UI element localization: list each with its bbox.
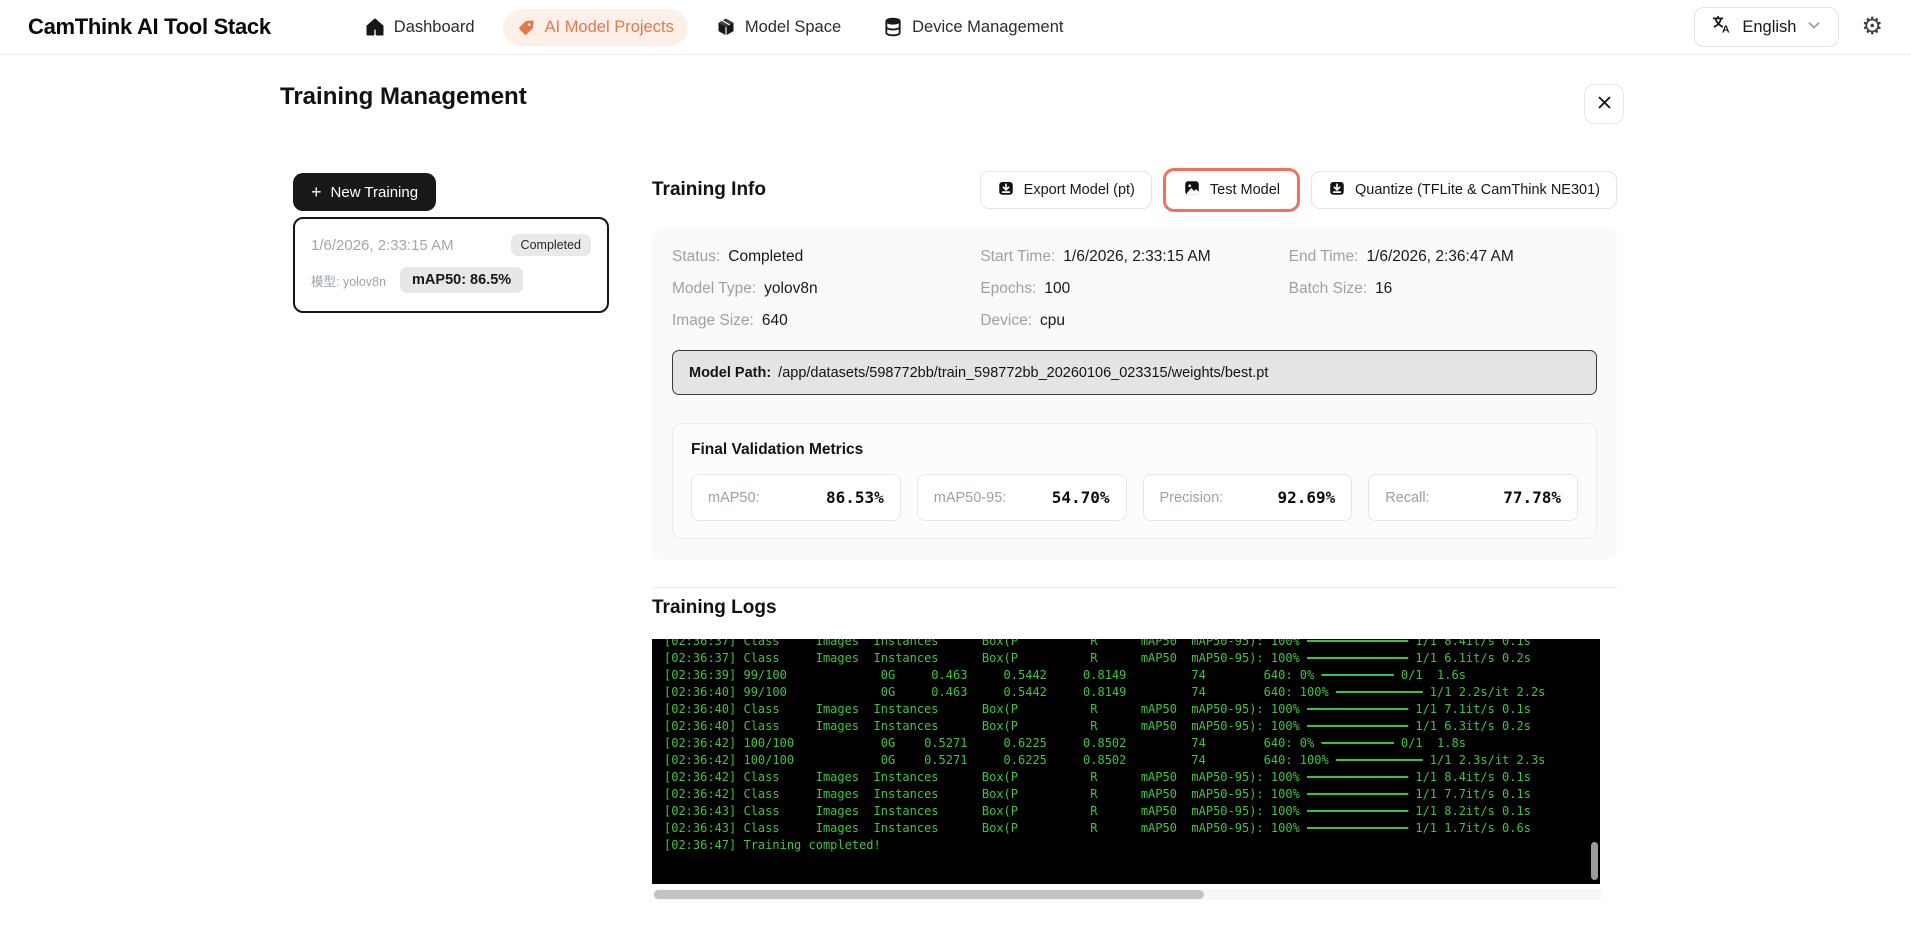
nav-item-device-management[interactable]: Device Management: [869, 8, 1077, 46]
training-info-panel: Status: Completed Start Time: 1/6/2026, 2:…: [652, 228, 1617, 560]
download-icon: [1328, 179, 1346, 201]
tag-icon: [517, 18, 536, 37]
terminal-horizontal-scrollbar-track[interactable]: [652, 889, 1602, 900]
terminal-pre: [02:36:37] Class Images Instances Box(P …: [664, 639, 1546, 852]
top-nav-bar: CamThink AI Tool Stack Dashboard AI Mode…: [0, 0, 1911, 55]
settings-gear-icon[interactable]: ⚙: [1861, 15, 1883, 39]
training-run-timestamp: 1/6/2026, 2:33:15 AM: [311, 236, 454, 254]
new-training-label: New Training: [330, 183, 419, 201]
nav-item-dashboard[interactable]: Dashboard: [351, 8, 489, 46]
home-icon: [365, 17, 385, 37]
app-logo: CamThink AI Tool Stack: [28, 14, 271, 39]
translate-icon: A: [1711, 14, 1732, 40]
terminal-horizontal-scrollbar-thumb[interactable]: [654, 890, 1204, 899]
field-device: Device: cpu: [980, 312, 1066, 329]
nav-label: Device Management: [912, 17, 1064, 36]
training-info-header: Training Info Export Model (pt) Test Mod…: [652, 168, 1617, 212]
main-nav: Dashboard AI Model Projects Model Space …: [351, 8, 1078, 46]
metric-map50-95: mAP50-95: 54.70%: [916, 474, 1127, 521]
close-icon: [1596, 94, 1613, 114]
language-label: English: [1742, 17, 1797, 36]
nav-label: AI Model Projects: [544, 17, 674, 36]
metrics-title: Final Validation Metrics: [691, 441, 864, 458]
image-icon: [1183, 179, 1201, 201]
training-fields: Status: Completed Start Time: 1/6/2026, 2:…: [672, 248, 1597, 330]
nav-item-ai-model-projects[interactable]: AI Model Projects: [502, 8, 688, 46]
field-epochs: Epochs: 100: [980, 280, 1071, 297]
model-path-bar: Model Path: /app/datasets/598772bb/train…: [672, 350, 1597, 395]
field-model-type: Model Type: yolov8n: [672, 280, 818, 297]
chevron-down-icon: [1806, 17, 1822, 38]
test-model-label: Test Model: [1209, 182, 1281, 198]
quantize-label: Quantize (TFLite & CamThink NE301): [1355, 182, 1600, 198]
export-model-label: Export Model (pt): [1023, 182, 1135, 198]
metric-recall: Recall: 77.78%: [1368, 474, 1578, 521]
test-model-button[interactable]: Test Model: [1165, 171, 1298, 209]
training-management-page: CamThink AI Tool Stack Dashboard AI Mode…: [0, 0, 1911, 934]
field-status: Status: Completed: [672, 248, 804, 265]
field-start-time: Start Time: 1/6/2026, 2:33:15 AM: [980, 248, 1211, 265]
model-path-value: /app/datasets/598772bb/train_598772bb_20…: [778, 364, 1269, 381]
nav-label: Dashboard: [393, 17, 475, 36]
map50-badge: mAP50: 86.5%: [400, 267, 524, 293]
export-model-button[interactable]: Export Model (pt): [979, 171, 1152, 209]
training-run-model: 模型: yolov8n: [311, 274, 387, 289]
box-icon: [716, 17, 736, 37]
field-image-size: Image Size: 640: [672, 312, 788, 329]
field-batch-size: Batch Size: 16: [1288, 280, 1393, 297]
training-info-title: Training Info: [652, 179, 766, 200]
nav-item-model-space[interactable]: Model Space: [702, 8, 855, 46]
topbar-right: A English ⚙: [1694, 7, 1883, 47]
status-badge: Completed: [510, 234, 591, 256]
training-logs-title: Training Logs: [652, 597, 777, 618]
model-path-label: Model Path:: [689, 364, 772, 381]
close-button[interactable]: [1584, 84, 1624, 124]
training-logs-terminal[interactable]: [02:36:37] Class Images Instances Box(P …: [652, 639, 1600, 884]
field-end-time: End Time: 1/6/2026, 2:36:47 AM: [1288, 248, 1514, 265]
nav-label: Model Space: [744, 17, 842, 36]
download-icon: [997, 179, 1015, 201]
new-training-button[interactable]: + New Training: [293, 173, 437, 211]
database-icon: [883, 17, 903, 37]
svg-text:A: A: [1722, 23, 1730, 35]
language-selector[interactable]: A English: [1694, 7, 1840, 47]
metric-precision: Precision: 92.69%: [1142, 474, 1353, 521]
quantize-button[interactable]: Quantize (TFLite & CamThink NE301): [1311, 171, 1617, 209]
metric-map50: mAP50: 86.53%: [691, 474, 901, 521]
section-divider: [652, 587, 1617, 588]
training-run-item[interactable]: 1/6/2026, 2:33:15 AM Completed 模型: yolov…: [293, 217, 609, 313]
final-validation-metrics: Final Validation Metrics mAP50: 86.53% mA…: [672, 423, 1597, 539]
page-title: Training Management: [280, 83, 527, 110]
plus-icon: +: [311, 182, 322, 202]
terminal-vertical-scrollbar[interactable]: [1591, 842, 1598, 880]
